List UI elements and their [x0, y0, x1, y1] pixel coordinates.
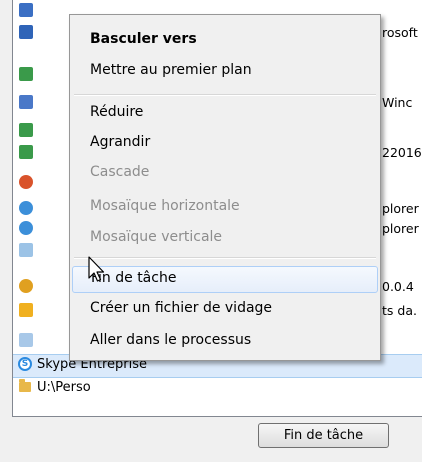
task-name-fragment: 22016: [382, 145, 422, 160]
internet-explorer-icon: [19, 221, 33, 235]
task-name-fragment: rosoft: [382, 25, 418, 40]
menu-item-minimize[interactable]: Réduire: [72, 100, 378, 127]
task-name: U:\Perso: [37, 380, 91, 395]
window-icon: [19, 95, 33, 109]
excel-icon: [19, 67, 33, 81]
task-name-fragment: plorer: [382, 201, 419, 216]
end-task-button[interactable]: Fin de tâche: [258, 423, 389, 448]
menu-separator: [74, 257, 376, 259]
menu-item-create-dump-file[interactable]: Créer un fichier de vidage: [72, 296, 378, 323]
menu-item-label: Agrandir: [90, 134, 151, 150]
menu-item-go-to-process[interactable]: Aller dans le processus: [72, 328, 378, 355]
word-icon: [19, 25, 33, 39]
menu-separator: [74, 94, 376, 96]
menu-item-end-task[interactable]: Fin de tâche: [72, 266, 378, 293]
app-icon: [19, 303, 33, 317]
app-icon: [19, 333, 33, 347]
menu-item-switch-to[interactable]: Basculer vers: [72, 27, 378, 54]
app-icon: [19, 279, 33, 293]
word-icon: [19, 3, 33, 17]
menu-item-cascade: Cascade: [72, 160, 378, 187]
app-icon: [19, 175, 33, 189]
excel-icon: [19, 123, 33, 137]
internet-explorer-icon: [19, 201, 33, 215]
menu-item-label: Cascade: [90, 164, 150, 180]
excel-icon: [19, 145, 33, 159]
skype-icon: S: [18, 357, 32, 371]
menu-item-tile-vertical: Mosaïque verticale: [72, 225, 378, 252]
task-manager-window: rosoft Winc 22016 plorer plorer 0.0.4 ts…: [0, 0, 422, 462]
task-name-fragment: 0.0.4: [382, 279, 414, 294]
menu-item-label: Mosaïque horizontale: [90, 198, 240, 214]
menu-item-tile-horizontal: Mosaïque horizontale: [72, 194, 378, 221]
menu-item-label: Mettre au premier plan: [90, 62, 252, 78]
menu-item-label: Aller dans le processus: [90, 332, 252, 348]
task-name-fragment: Winc: [382, 95, 413, 110]
app-icon: [19, 243, 33, 257]
menu-item-bring-to-front[interactable]: Mettre au premier plan: [72, 58, 378, 85]
menu-item-label: Mosaïque verticale: [90, 229, 223, 245]
menu-item-label: Réduire: [90, 104, 144, 120]
menu-item-label: Créer un fichier de vidage: [90, 300, 273, 316]
task-name-fragment: plorer: [382, 221, 419, 236]
context-menu: Basculer vers Mettre au premier plan Réd…: [69, 14, 381, 361]
mouse-cursor-icon: [88, 256, 105, 282]
menu-item-maximize[interactable]: Agrandir: [72, 130, 378, 157]
folder-icon: [19, 379, 31, 392]
list-item[interactable]: U:\Perso: [13, 377, 422, 399]
task-name-fragment: ts da.: [382, 303, 417, 318]
menu-item-label: Basculer vers: [90, 31, 197, 47]
